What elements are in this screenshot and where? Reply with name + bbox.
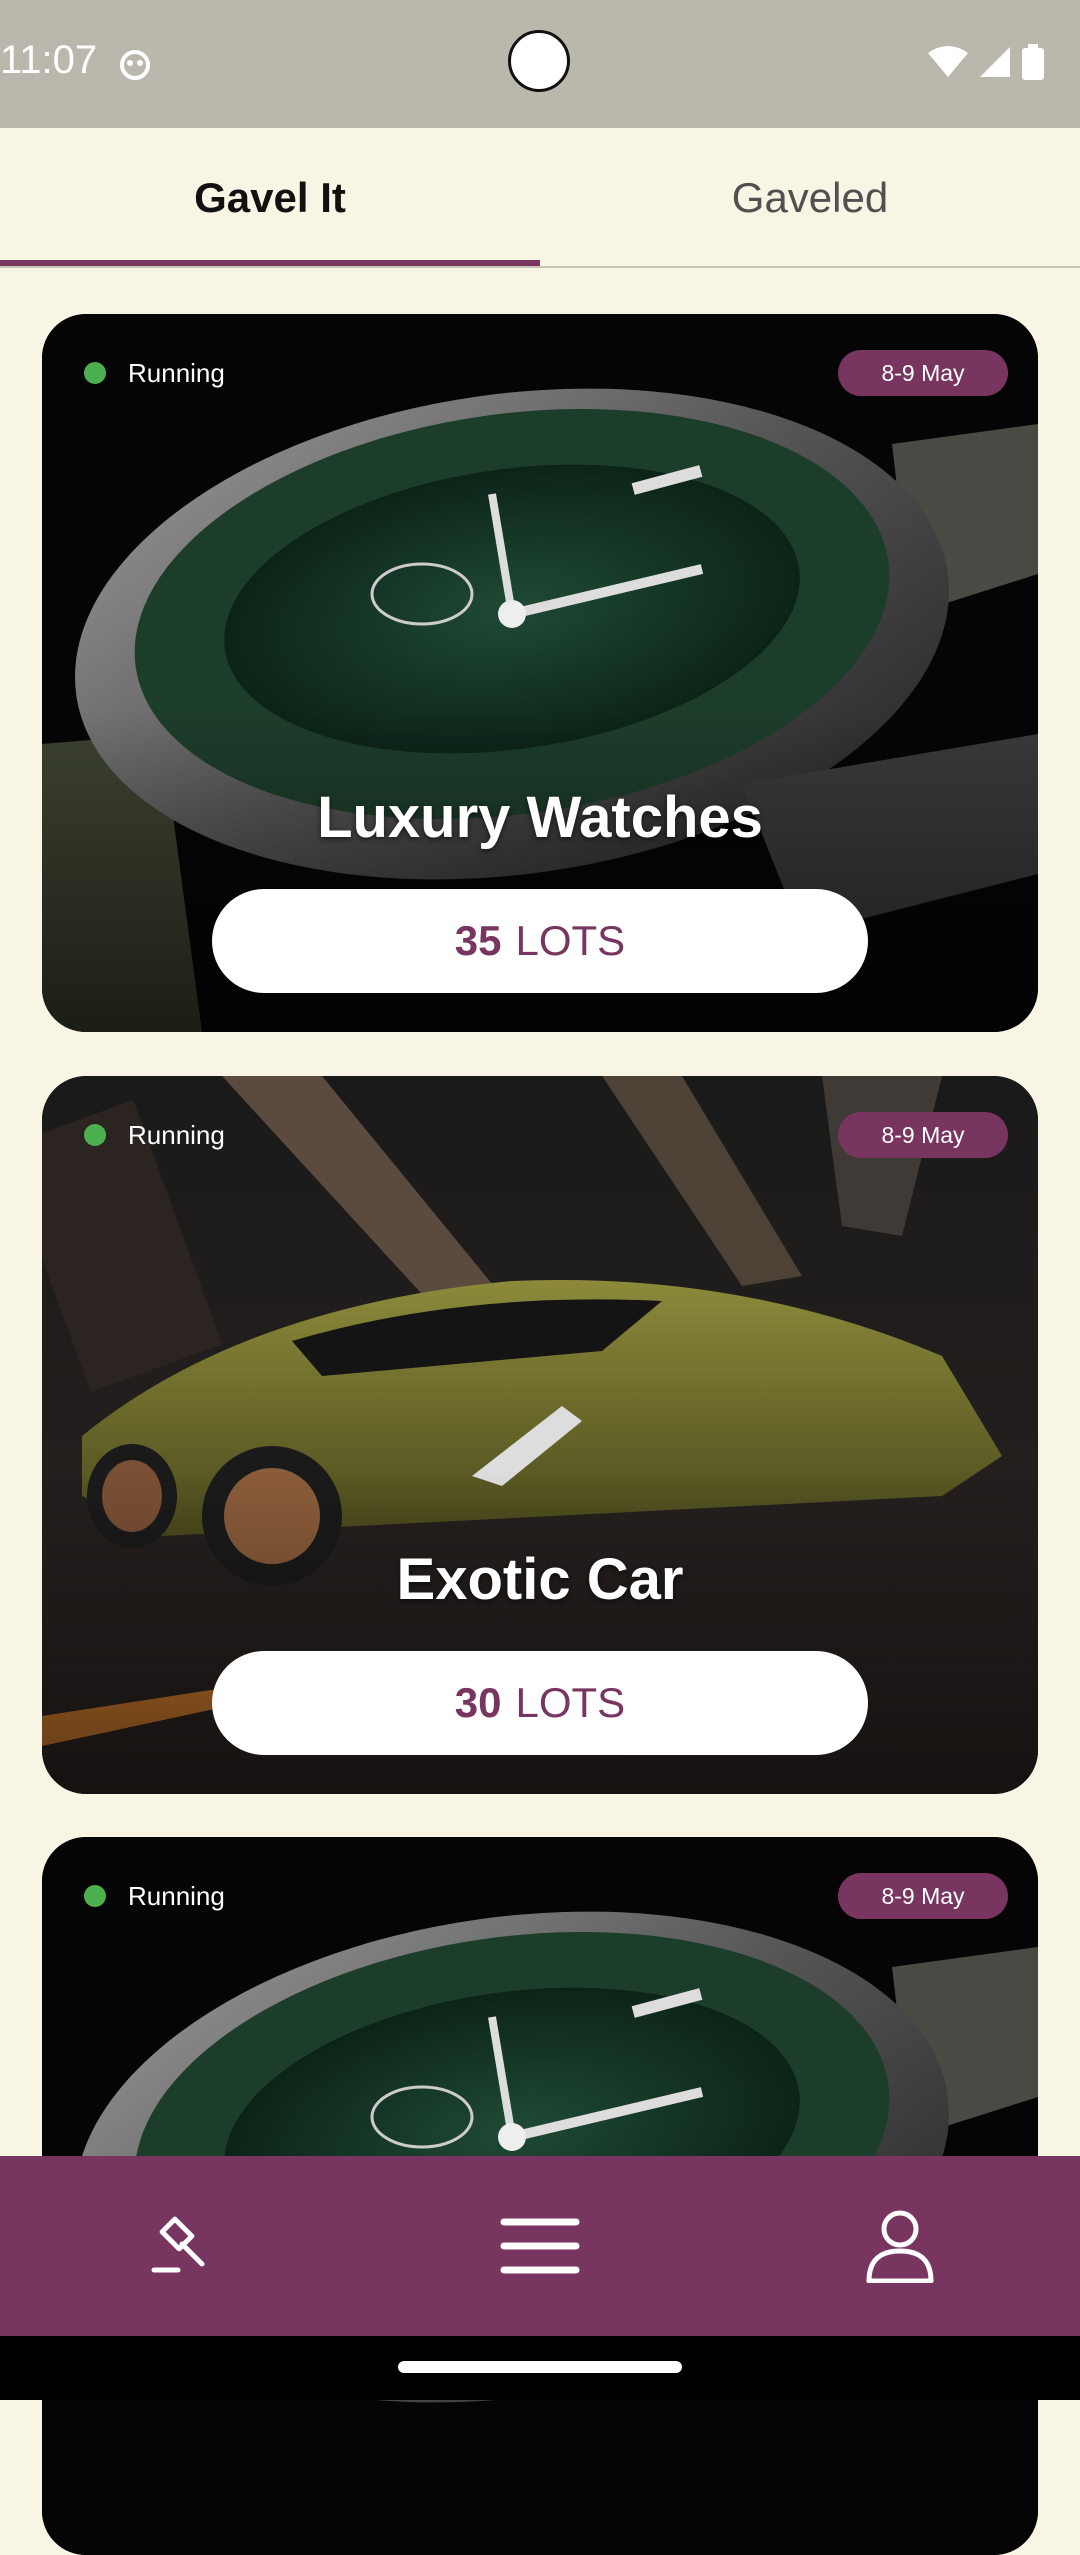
running-status-dot [84,1124,106,1146]
date-badge: 8-9 May [838,1873,1008,1919]
nav-profile[interactable] [720,2156,1080,2336]
status-label: Running [128,358,225,388]
menu-icon [500,2218,580,2274]
nav-auctions[interactable] [0,2156,360,2336]
camera-cutout [508,30,570,92]
running-status-dot [84,1885,106,1907]
date-badge: 8-9 May [838,350,1008,396]
lots-count: 30 [454,1679,502,1726]
lots-button[interactable]: 35 LOTS [212,889,868,993]
lots-label: LOTS [515,917,626,964]
home-gesture-bar[interactable] [398,2361,682,2373]
lots-label: LOTS [515,1679,626,1726]
tab-bar: Gavel It Gaveled [0,128,1080,268]
card-title: Exotic Car [396,1547,684,1612]
running-status-dot [84,362,106,384]
date-badge: 8-9 May [838,1112,1008,1158]
card-title: Luxury Watches [317,785,763,850]
battery-icon [1022,44,1044,80]
auction-card[interactable]: Running 8-9 May Luxury Watches 35 LOTS [42,314,1038,1032]
wifi-icon [928,46,968,77]
cellular-signal-icon [980,47,1010,77]
lots-count: 35 [454,917,502,964]
bottom-nav [0,2156,1080,2336]
status-label: Running [128,1120,225,1150]
nav-menu[interactable] [360,2156,720,2336]
status-label: Running [128,1881,225,1911]
gavel-icon [151,2216,205,2273]
tab-indicator [0,260,540,266]
status-time: 11:07 [0,38,98,82]
profile-icon [866,2210,934,2283]
app-notification-icon [120,50,150,80]
lots-button[interactable]: 30 LOTS [212,1651,868,1755]
auction-card[interactable]: Running 8-9 May Exotic Car 30 LOTS [42,1076,1038,1794]
tab-gavel-it[interactable]: Gavel It [0,128,540,268]
tab-gaveled[interactable]: Gaveled [540,128,1080,268]
status-bar: 11:07 [0,0,1080,128]
